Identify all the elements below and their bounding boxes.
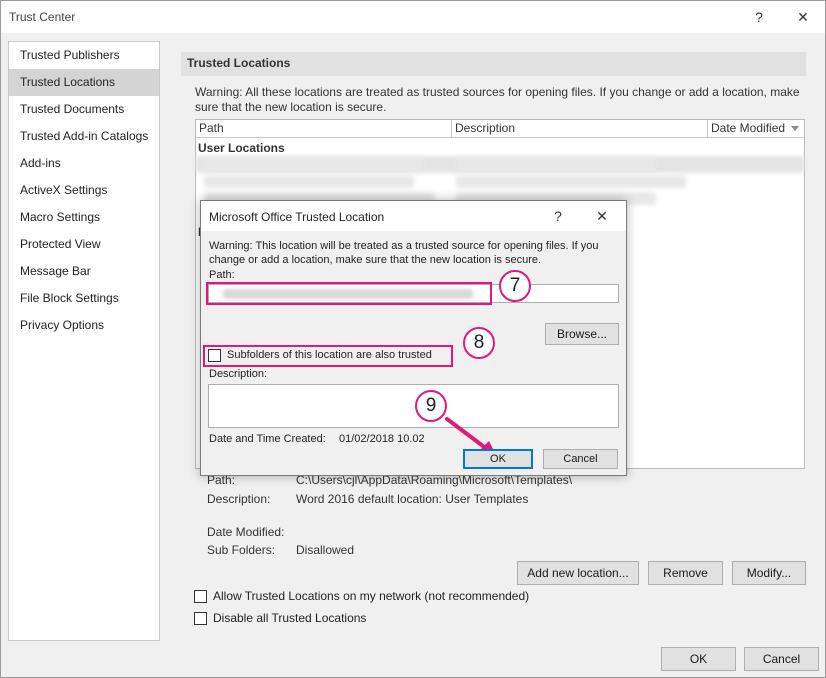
sidebar-item-macro-settings[interactable]: Macro Settings — [9, 204, 159, 231]
column-path[interactable]: Path — [196, 120, 452, 138]
browse-button[interactable]: Browse... — [545, 323, 619, 345]
detail-description-value: Word 2016 default location: User Templat… — [296, 492, 529, 506]
detail-subfolders-value: Disallowed — [296, 543, 355, 557]
callout-step-7: 7 — [499, 270, 531, 302]
window-title: Trust Center — [9, 10, 76, 24]
subfolders-label[interactable]: Subfolders of this location are also tru… — [227, 349, 432, 361]
remove-button[interactable]: Remove — [648, 561, 723, 585]
sidebar-item-file-block-settings[interactable]: File Block Settings — [9, 285, 159, 312]
dialog-title: Microsoft Office Trusted Location — [209, 210, 385, 224]
dialog-help-icon[interactable]: ? — [544, 204, 572, 228]
subfolders-checkbox[interactable] — [208, 349, 221, 362]
dialog-title-bar: Microsoft Office Trusted Location ? ✕ — [201, 201, 626, 231]
sidebar-item-trusted-locations[interactable]: Trusted Locations — [9, 69, 159, 96]
table-header: Path Description Date Modified — [196, 120, 804, 138]
disable-all-checkbox[interactable] — [194, 612, 207, 625]
help-icon[interactable]: ? — [745, 5, 773, 29]
sidebar-item-trusted-addin-catalogs[interactable]: Trusted Add-in Catalogs — [9, 123, 159, 150]
dialog-ok-button[interactable]: OK — [463, 449, 533, 469]
allow-network-label[interactable]: Allow Trusted Locations on my network (n… — [213, 589, 529, 603]
detail-subfolders-label: Sub Folders: — [207, 543, 276, 557]
dialog-date-value: 01/02/2018 10.02 — [339, 433, 425, 445]
dialog-cancel-button[interactable]: Cancel — [543, 449, 618, 469]
close-icon[interactable]: ✕ — [789, 5, 817, 29]
dialog-description-input[interactable] — [208, 384, 619, 428]
detail-date-label: Date Modified: — [207, 525, 285, 539]
highlight-box-path — [206, 282, 492, 305]
sidebar: Trusted Publishers Trusted Locations Tru… — [8, 41, 160, 641]
sidebar-item-addins[interactable]: Add-ins — [9, 150, 159, 177]
table-row — [456, 175, 686, 188]
table-row — [204, 158, 424, 171]
cancel-button[interactable]: Cancel — [744, 647, 819, 671]
callout-step-8: 8 — [463, 327, 495, 359]
footer-bar: OK Cancel — [1, 641, 825, 677]
dialog-path-label: Path: — [209, 269, 235, 281]
table-row — [456, 158, 656, 171]
column-description[interactable]: Description — [452, 120, 708, 138]
sidebar-item-privacy-options[interactable]: Privacy Options — [9, 312, 159, 339]
sidebar-item-protected-view[interactable]: Protected View — [9, 231, 159, 258]
ok-button[interactable]: OK — [661, 647, 736, 671]
warning-text: Warning: All these locations are treated… — [195, 85, 800, 114]
sidebar-item-trusted-documents[interactable]: Trusted Documents — [9, 96, 159, 123]
dialog-description-label: Description: — [209, 368, 268, 380]
section-title: Trusted Locations — [181, 52, 806, 76]
table-row[interactable] — [204, 175, 414, 188]
sidebar-item-trusted-publishers[interactable]: Trusted Publishers — [9, 42, 159, 69]
dialog-close-icon[interactable]: ✕ — [588, 204, 616, 228]
column-date-modified[interactable]: Date Modified — [708, 120, 804, 138]
allow-network-checkbox[interactable] — [194, 590, 207, 603]
sort-down-icon — [791, 126, 799, 131]
sidebar-item-activex-settings[interactable]: ActiveX Settings — [9, 177, 159, 204]
column-date-modified-label: Date Modified — [711, 121, 786, 135]
disable-all-label[interactable]: Disable all Trusted Locations — [213, 611, 366, 625]
sidebar-item-message-bar[interactable]: Message Bar — [9, 258, 159, 285]
group-user-locations: User Locations — [198, 141, 285, 155]
detail-description-label: Description: — [207, 492, 271, 506]
title-bar: Trust Center ? ✕ — [1, 1, 825, 33]
dialog-date-label: Date and Time Created: — [209, 433, 326, 445]
add-new-location-button[interactable]: Add new location... — [517, 561, 639, 585]
trusted-location-dialog: Microsoft Office Trusted Location ? ✕ Wa… — [200, 200, 627, 476]
dialog-warning-text: Warning: This location will be treated a… — [209, 240, 599, 266]
modify-button[interactable]: Modify... — [732, 561, 806, 585]
